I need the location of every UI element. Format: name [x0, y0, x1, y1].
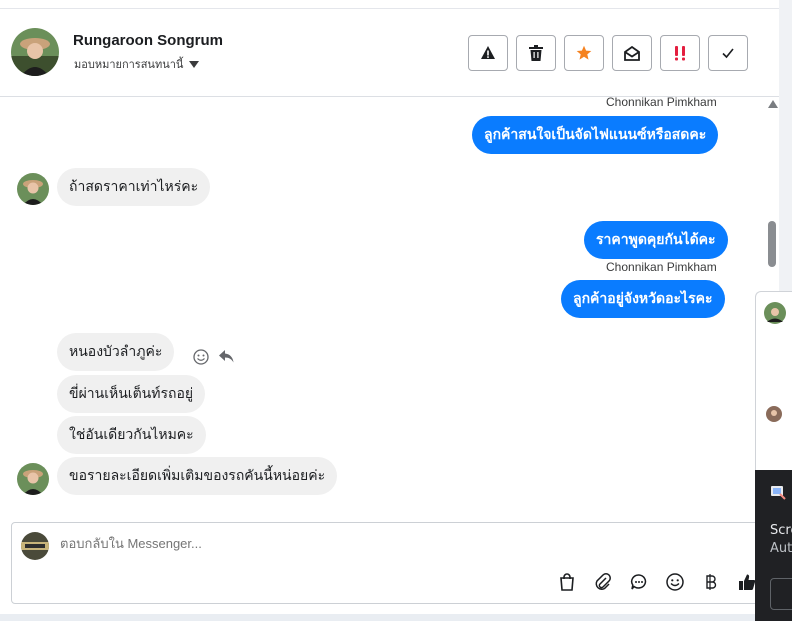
page-avatar	[21, 532, 49, 560]
side-popup-panel[interactable]	[755, 291, 792, 471]
notification-title: Scre	[770, 523, 792, 538]
composer-toolbar	[556, 571, 758, 593]
star-icon	[576, 45, 592, 60]
star-button[interactable]	[564, 35, 604, 71]
envelope-open-icon	[624, 45, 640, 61]
sender-name: Chonnikan Pimkham	[606, 97, 717, 109]
assign-conversation-dropdown[interactable]: มอบหมายการสนทนานี้	[74, 55, 200, 73]
contact-name: Rungaroon Songrum	[73, 32, 223, 49]
notification-subtitle: Aut	[770, 541, 792, 556]
delete-button[interactable]	[516, 35, 556, 71]
trash-icon	[529, 45, 543, 61]
inbox-conversation-view: Rungaroon Songrum มอบหมายการสนทนานี้ Cho…	[0, 0, 792, 621]
report-button[interactable]	[468, 35, 508, 71]
screenshot-notification[interactable]: Scre Aut	[755, 470, 792, 621]
emoji-icon[interactable]	[664, 571, 686, 593]
contact-avatar[interactable]	[11, 28, 59, 76]
mark-unread-button[interactable]	[612, 35, 652, 71]
sender-name: Chonnikan Pimkham	[606, 260, 717, 274]
incoming-message[interactable]: ขี่ผ่านเห็นเต็นท์รถอยู่	[57, 375, 206, 413]
paperclip-icon[interactable]	[592, 571, 614, 593]
popup-small-avatar	[766, 406, 782, 422]
notification-action-button[interactable]	[770, 578, 792, 610]
conversation-toolbar	[468, 35, 748, 71]
incoming-message[interactable]: ขอรายละเอียดเพิ่มเติมของรถคันนี้หน่อยค่ะ	[57, 457, 338, 495]
scroll-up-arrow-icon[interactable]	[768, 100, 778, 108]
caret-down-icon	[189, 60, 200, 68]
outgoing-message[interactable]: ลูกค้าอยู่จังหวัดอะไรคะ	[561, 280, 725, 318]
saved-reply-icon[interactable]	[628, 571, 650, 593]
incoming-message[interactable]: ถ้าสดราคาเท่าไหร่คะ	[57, 168, 211, 206]
shopping-bag-icon[interactable]	[556, 571, 578, 593]
snipping-tool-icon	[771, 486, 786, 500]
baht-icon[interactable]	[700, 571, 722, 593]
spam-button[interactable]	[660, 35, 700, 71]
customer-avatar	[17, 463, 49, 495]
scrollbar-thumb[interactable]	[768, 221, 776, 267]
incoming-message[interactable]: หนองบัวลำภูค่ะ	[57, 333, 175, 371]
reply-composer	[11, 522, 768, 604]
outgoing-message[interactable]: ราคาพูดคุยกันได้คะ	[584, 221, 728, 259]
incoming-message[interactable]: ใช่อันเดียวกันไหมคะ	[57, 416, 206, 454]
popup-avatar	[764, 302, 786, 324]
reply-input[interactable]	[60, 536, 660, 551]
check-icon	[722, 48, 734, 59]
reply-icon[interactable]	[219, 350, 234, 363]
message-thread: Chonnikan Pimkham ลูกค้าสนใจเป็นจัดไฟแนน…	[0, 97, 779, 523]
conversation-header: Rungaroon Songrum มอบหมายการสนทนานี้	[0, 8, 779, 97]
done-button[interactable]	[708, 35, 748, 71]
warning-icon	[481, 46, 495, 59]
outgoing-message[interactable]: ลูกค้าสนใจเป็นจัดไฟแนนซ์หรือสดคะ	[472, 116, 719, 154]
assign-label: มอบหมายการสนทนานี้	[74, 58, 184, 71]
customer-avatar	[17, 173, 49, 205]
double-exclamation-icon	[675, 46, 685, 61]
page-footer-strip	[0, 614, 792, 621]
react-emoji-icon[interactable]	[193, 349, 209, 365]
